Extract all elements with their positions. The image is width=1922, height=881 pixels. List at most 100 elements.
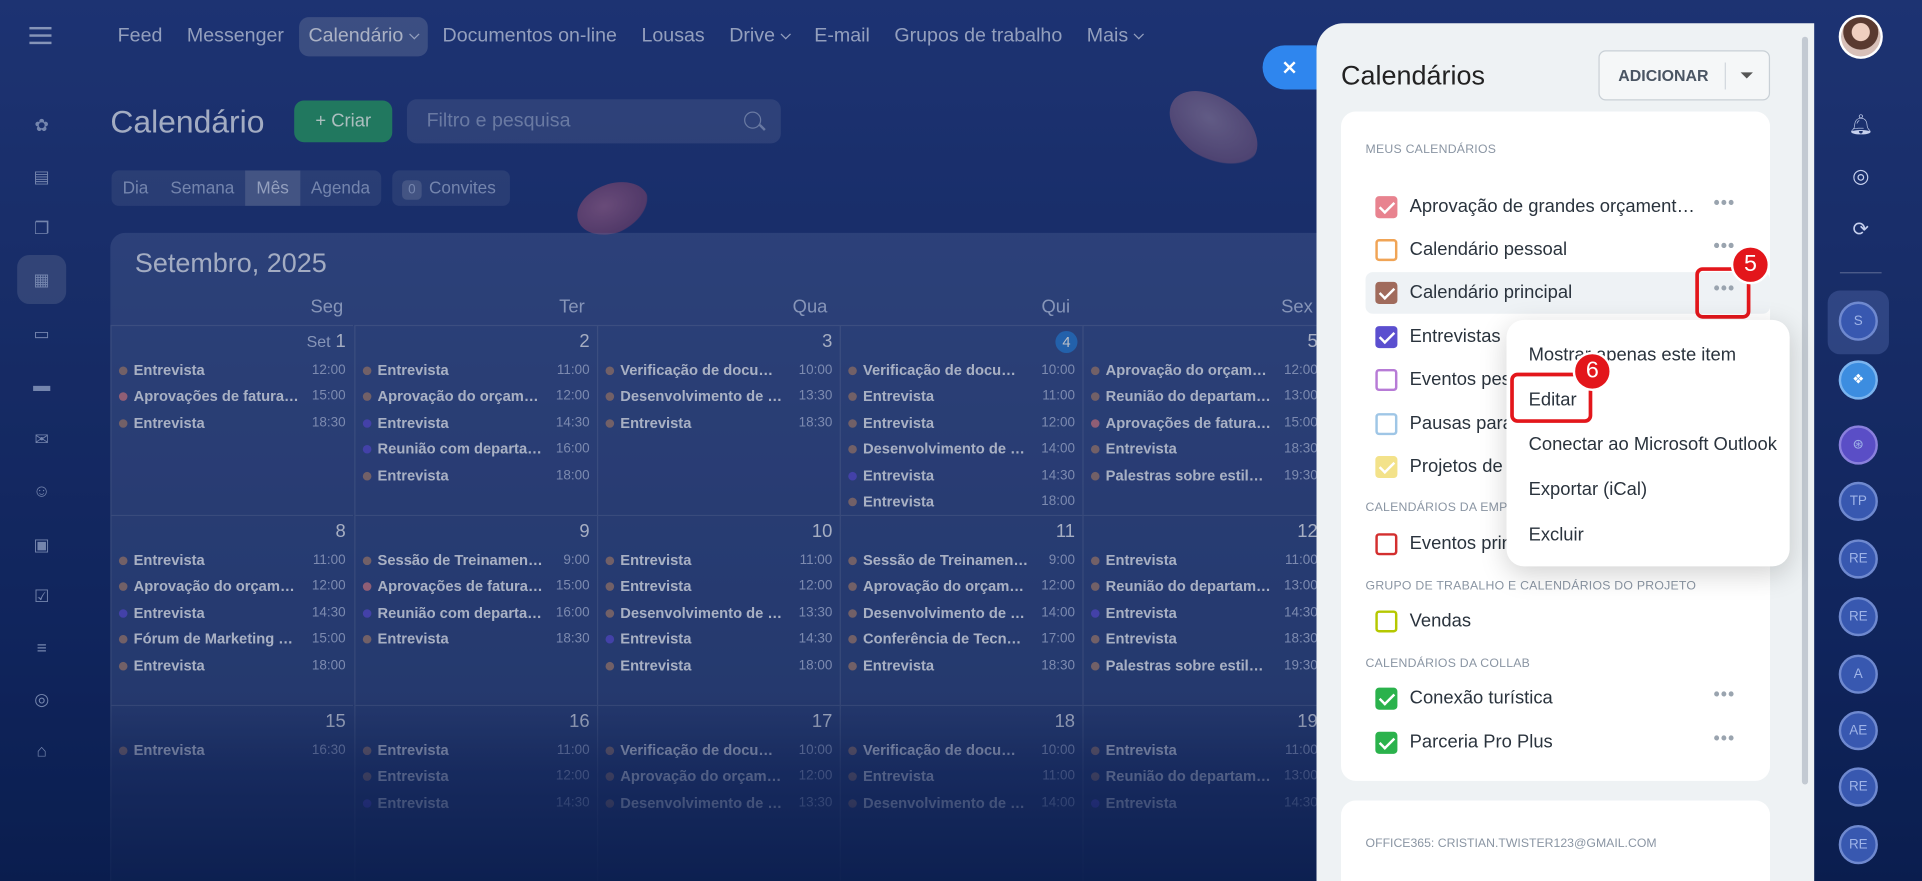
calendar-checkbox[interactable] bbox=[1375, 196, 1398, 219]
calendar-checkbox[interactable] bbox=[1375, 533, 1398, 556]
calendar-checkbox[interactable] bbox=[1375, 687, 1398, 710]
calendar-event[interactable]: Desenvolvimento de do... 13:30 bbox=[603, 790, 835, 815]
calendar-event[interactable]: Entrevista 12:00 bbox=[603, 574, 835, 599]
menu-icon[interactable] bbox=[29, 26, 52, 45]
calendar-event[interactable]: Desenvolvimento de reg... 14:00 bbox=[846, 600, 1078, 625]
user-avatar[interactable] bbox=[1838, 14, 1883, 59]
calendar-event[interactable]: Entrevista 11:00 bbox=[1089, 738, 1321, 763]
nav-item-1[interactable]: Messenger bbox=[177, 17, 294, 56]
nav-item-5[interactable]: Drive bbox=[719, 17, 799, 56]
chat-avatar[interactable]: RE bbox=[1838, 539, 1878, 579]
day-cell[interactable]: 2 Entrevista 11:00 Aprovação do orçament...… bbox=[354, 324, 597, 515]
calendar-event[interactable]: Entrevista 18:00 bbox=[360, 463, 592, 488]
day-cell[interactable]: 19 Entrevista 11:00 Reunião do departamen..… bbox=[1082, 704, 1326, 881]
calendar-row[interactable]: Vendas bbox=[1366, 601, 1771, 643]
nav-item-4[interactable]: Lousas bbox=[632, 17, 715, 56]
calendar-event[interactable]: Entrevista 11:00 bbox=[846, 764, 1078, 789]
checklist-icon[interactable]: ☑ bbox=[27, 581, 56, 610]
filter-icon[interactable]: ≡ bbox=[27, 633, 56, 662]
calendar-event[interactable]: Entrevista 16:30 bbox=[116, 738, 348, 763]
view-tab-2[interactable]: Mês bbox=[245, 170, 300, 206]
day-cell[interactable]: 12 Entrevista 11:00 Reunião do departamen..… bbox=[1082, 514, 1326, 705]
invites-button[interactable]: 0 Convites bbox=[392, 170, 511, 206]
calendar-checkbox[interactable] bbox=[1375, 281, 1398, 304]
chat-avatar[interactable]: RE bbox=[1838, 596, 1878, 637]
calendar-event[interactable]: Entrevista 12:00 bbox=[360, 764, 592, 789]
calendar-event[interactable]: Palestras sobre estilo de... 19:30 bbox=[1089, 463, 1321, 488]
day-cell[interactable]: 16 Entrevista 11:00 Entrevista 12:00 Entrevis… bbox=[354, 704, 597, 881]
calendar-event[interactable]: Entrevista 11:00 bbox=[360, 738, 592, 763]
chevron-down-icon[interactable] bbox=[1740, 72, 1753, 79]
calendar-event[interactable]: Entrevista 12:00 bbox=[846, 410, 1078, 435]
calendar-event[interactable]: Entrevista 18:30 bbox=[603, 410, 835, 435]
drive-icon[interactable]: ▬ bbox=[27, 370, 56, 399]
bell-icon[interactable]: 🔔︎ bbox=[1842, 107, 1879, 144]
chat-icon[interactable]: ✿ bbox=[27, 110, 56, 139]
close-panel-button[interactable] bbox=[1262, 45, 1317, 90]
messages-icon[interactable]: ❐ bbox=[27, 213, 56, 242]
nav-item-8[interactable]: Mais bbox=[1077, 17, 1153, 56]
panel-scrollbar[interactable] bbox=[1801, 36, 1809, 785]
more-options-icon[interactable]: ••• bbox=[1714, 729, 1739, 752]
day-cell[interactable]: 15 Entrevista 16:30 bbox=[110, 704, 354, 881]
calendar-checkbox[interactable] bbox=[1375, 413, 1398, 436]
tasks-icon[interactable]: ▤ bbox=[27, 162, 56, 191]
cart-icon[interactable]: ⌂ bbox=[27, 735, 56, 764]
calendar-event[interactable]: Reunião do departamen... 13:00 bbox=[1089, 764, 1321, 789]
calendar-event[interactable]: Desenvolvimento de reg... 14:00 bbox=[846, 790, 1078, 815]
chat-avatar[interactable]: AE bbox=[1838, 710, 1878, 751]
nav-item-2[interactable]: Calendário bbox=[298, 17, 428, 57]
calendar-event[interactable]: Entrevista 18:30 bbox=[1089, 627, 1321, 652]
day-cell[interactable]: 11 Sessão de Treinamento d... 9:00 Aprovaçã… bbox=[839, 514, 1083, 705]
day-cell[interactable]: 4 Verificação de documen... 10:00 Entrevist… bbox=[839, 324, 1083, 515]
calendar-event[interactable]: Aprovações de faturas d... 15:00 bbox=[116, 384, 348, 409]
calendar-event[interactable]: Entrevista 14:30 bbox=[116, 600, 348, 625]
calendar-event[interactable]: Entrevista 11:00 bbox=[603, 548, 835, 573]
calendar-event[interactable]: Entrevista 14:30 bbox=[360, 790, 592, 815]
calendar-event[interactable]: Entrevista 11:00 bbox=[846, 384, 1078, 409]
nav-item-7[interactable]: Grupos de trabalho bbox=[885, 17, 1073, 56]
calendar-checkbox[interactable] bbox=[1375, 731, 1398, 754]
group-chat-icon[interactable]: ⊛ bbox=[1838, 425, 1878, 465]
calendar-event[interactable]: Entrevista 14:30 bbox=[846, 463, 1078, 488]
calendar-event[interactable]: Entrevista 18:30 bbox=[116, 410, 348, 435]
calendar-event[interactable]: Entrevista 18:30 bbox=[846, 653, 1078, 678]
calendar-event[interactable]: Entrevista 18:30 bbox=[1089, 437, 1321, 462]
chat-avatar[interactable]: RE bbox=[1838, 767, 1878, 807]
groups-icon[interactable]: ☺ bbox=[27, 476, 56, 505]
more-options-icon[interactable]: ••• bbox=[1714, 685, 1739, 708]
more-options-icon[interactable]: ••• bbox=[1714, 194, 1739, 216]
calendar-event[interactable]: Reunião do departamen... 13:00 bbox=[1089, 384, 1321, 409]
nav-item-6[interactable]: E-mail bbox=[804, 17, 879, 56]
chat-avatar[interactable]: TP bbox=[1838, 481, 1878, 521]
create-button[interactable]: + Criar bbox=[294, 100, 393, 143]
chat-avatar[interactable]: RE bbox=[1838, 824, 1878, 865]
calendar-event[interactable]: Verificação de documen... 10:00 bbox=[603, 358, 835, 383]
search-input[interactable]: Filtro e pesquisa bbox=[406, 99, 781, 144]
calendar-event[interactable]: Sessão de Treinamento d... 9:00 bbox=[846, 548, 1078, 573]
chat-avatar[interactable]: A bbox=[1838, 654, 1878, 694]
calendar-event[interactable]: Entrevista 14:30 bbox=[1089, 600, 1321, 625]
target-icon[interactable]: ◎ bbox=[27, 684, 56, 713]
calendar-event[interactable]: Entrevista 14:30 bbox=[1089, 790, 1321, 815]
calendar-checkbox[interactable] bbox=[1375, 610, 1398, 633]
menu-item-2[interactable]: Conectar ao Microsoft Outlook bbox=[1529, 434, 1777, 455]
view-tab-0[interactable]: Dia bbox=[112, 170, 160, 206]
calendar-event[interactable]: Conferência de Tecnolo... 17:00 bbox=[846, 627, 1078, 652]
chat-avatar[interactable]: S bbox=[1838, 301, 1878, 341]
calendar-checkbox[interactable] bbox=[1375, 239, 1398, 262]
day-cell[interactable]: 9 Sessão de Treinamento d... 9:00 Aprovaçõe… bbox=[354, 514, 597, 705]
view-tab-1[interactable]: Semana bbox=[159, 170, 245, 206]
documents-icon[interactable]: ▭ bbox=[27, 319, 56, 348]
calendar-event[interactable]: Entrevista 11:00 bbox=[360, 358, 592, 383]
calendar-event[interactable]: Entrevista 18:00 bbox=[603, 653, 835, 678]
calendar-event[interactable]: Aprovação do orçament... 12:00 bbox=[116, 574, 348, 599]
calendar-event[interactable]: Entrevista 18:30 bbox=[360, 627, 592, 652]
menu-item-3[interactable]: Exportar (iCal) bbox=[1529, 479, 1648, 500]
nav-item-0[interactable]: Feed bbox=[108, 17, 172, 56]
day-cell[interactable]: 10 Entrevista 11:00 Entrevista 12:00 Desenvol… bbox=[596, 514, 840, 705]
calendar-event[interactable]: Aprovação do orçament... 12:00 bbox=[360, 384, 592, 409]
calendar-event[interactable]: Desenvolvimento de reg... 14:00 bbox=[846, 437, 1078, 462]
calendar-event[interactable]: Entrevista 11:00 bbox=[1089, 548, 1321, 573]
calendar-event[interactable]: Verificação de documen... 10:00 bbox=[846, 738, 1078, 763]
